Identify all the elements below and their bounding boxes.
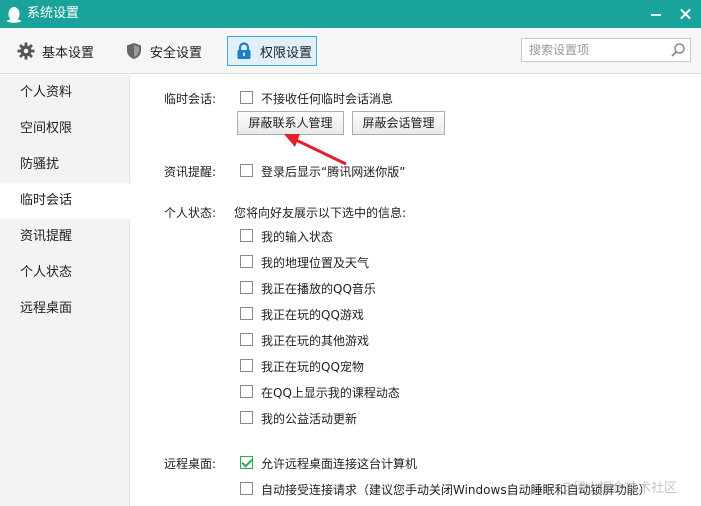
block-contacts-button[interactable]: 屏蔽联系人管理 xyxy=(237,111,344,135)
personal-status-label: 个人状态: xyxy=(164,206,217,220)
status-option-label: 我正在播放的QQ音乐 xyxy=(261,282,376,296)
allow-remote-checkbox[interactable] xyxy=(240,456,253,469)
status-option-label: 我正在玩的其他游戏 xyxy=(261,334,370,348)
title-bar: 系统设置 xyxy=(0,0,701,28)
status-option-label: 我的输入状态 xyxy=(261,230,334,244)
sidebar-item-label: 临时会话 xyxy=(20,193,73,208)
sidebar-item-remote-desktop[interactable]: 远程桌面 xyxy=(0,291,129,327)
settings-toolbar: 基本设置 安全设置 权限设置 xyxy=(0,28,701,74)
temp-session-label: 临时会话: xyxy=(164,92,217,106)
search-icon[interactable] xyxy=(670,42,686,58)
watermark: @稀土掘金技术社区 xyxy=(560,481,678,496)
status-option-label: 我正在玩的QQ宠物 xyxy=(261,360,364,374)
tab-permission-settings[interactable]: 权限设置 xyxy=(227,36,317,66)
status-option-label: 我的地理位置及天气 xyxy=(261,256,370,270)
search-input[interactable] xyxy=(522,39,666,61)
penguin-icon xyxy=(7,7,21,23)
status-option-checkbox[interactable] xyxy=(240,333,253,346)
personal-status-description: 您将向好友展示以下选中的信息: xyxy=(234,206,407,220)
show-mini-news-label: 登录后显示“腾讯网迷你版” xyxy=(261,165,406,179)
status-option-checkbox[interactable] xyxy=(240,255,253,268)
sidebar-item-anti-harassment[interactable]: 防骚扰 xyxy=(0,147,129,183)
gear-icon xyxy=(16,41,36,61)
status-option-label: 我正在玩的QQ游戏 xyxy=(261,308,364,322)
sidebar-item-label: 空间权限 xyxy=(20,121,73,136)
status-option-label: 在QQ上显示我的课程动态 xyxy=(261,386,400,400)
sidebar-item-news[interactable]: 资讯提醒 xyxy=(0,219,129,255)
allow-remote-label: 允许远程桌面连接这台计算机 xyxy=(261,457,418,471)
settings-sidebar: 个人资料 空间权限 防骚扰 临时会话 资讯提醒 个人状态 远程桌面 xyxy=(0,75,130,506)
reject-temp-session-checkbox[interactable] xyxy=(240,91,253,104)
status-option-checkbox[interactable] xyxy=(240,307,253,320)
auto-accept-checkbox[interactable] xyxy=(240,482,253,495)
tab-permission-settings-label: 权限设置 xyxy=(260,45,313,61)
tab-security-settings[interactable]: 安全设置 xyxy=(124,36,214,66)
sidebar-item-personal-status[interactable]: 个人状态 xyxy=(0,255,129,291)
status-option-checkbox[interactable] xyxy=(240,411,253,424)
reject-temp-session-label: 不接收任何临时会话消息 xyxy=(261,92,394,106)
status-option-checkbox[interactable] xyxy=(240,359,253,372)
remote-desktop-label: 远程桌面: xyxy=(164,457,217,471)
sidebar-item-label: 防骚扰 xyxy=(20,157,60,172)
news-label: 资讯提醒: xyxy=(164,165,217,179)
status-option-checkbox[interactable] xyxy=(240,385,253,398)
status-option-checkbox[interactable] xyxy=(240,281,253,294)
tab-basic-settings-label: 基本设置 xyxy=(42,45,95,61)
sidebar-item-label: 资讯提醒 xyxy=(20,229,73,244)
sidebar-item-label: 远程桌面 xyxy=(20,301,73,316)
sidebar-item-temp-session[interactable]: 临时会话 xyxy=(0,183,130,219)
status-option-checkbox[interactable] xyxy=(240,229,253,242)
search-box xyxy=(521,38,691,62)
sidebar-item-profile[interactable]: 个人资料 xyxy=(0,75,129,111)
sidebar-item-label: 个人资料 xyxy=(20,85,73,100)
status-option-label: 我的公益活动更新 xyxy=(261,412,358,426)
window-title: 系统设置 xyxy=(27,6,80,21)
show-mini-news-checkbox[interactable] xyxy=(240,164,253,177)
shield-icon xyxy=(124,41,144,61)
sidebar-item-label: 个人状态 xyxy=(20,265,73,280)
tab-basic-settings[interactable]: 基本设置 xyxy=(16,36,106,66)
sidebar-item-space-permission[interactable]: 空间权限 xyxy=(0,111,129,147)
tab-security-settings-label: 安全设置 xyxy=(150,45,203,61)
block-sessions-button[interactable]: 屏蔽会话管理 xyxy=(352,111,445,135)
settings-content: 临时会话: 不接收任何临时会话消息 屏蔽联系人管理 屏蔽会话管理 资讯提醒: 登… xyxy=(131,75,701,506)
lock-icon xyxy=(234,41,254,61)
close-button[interactable] xyxy=(671,0,701,28)
minimize-button[interactable] xyxy=(641,0,671,28)
